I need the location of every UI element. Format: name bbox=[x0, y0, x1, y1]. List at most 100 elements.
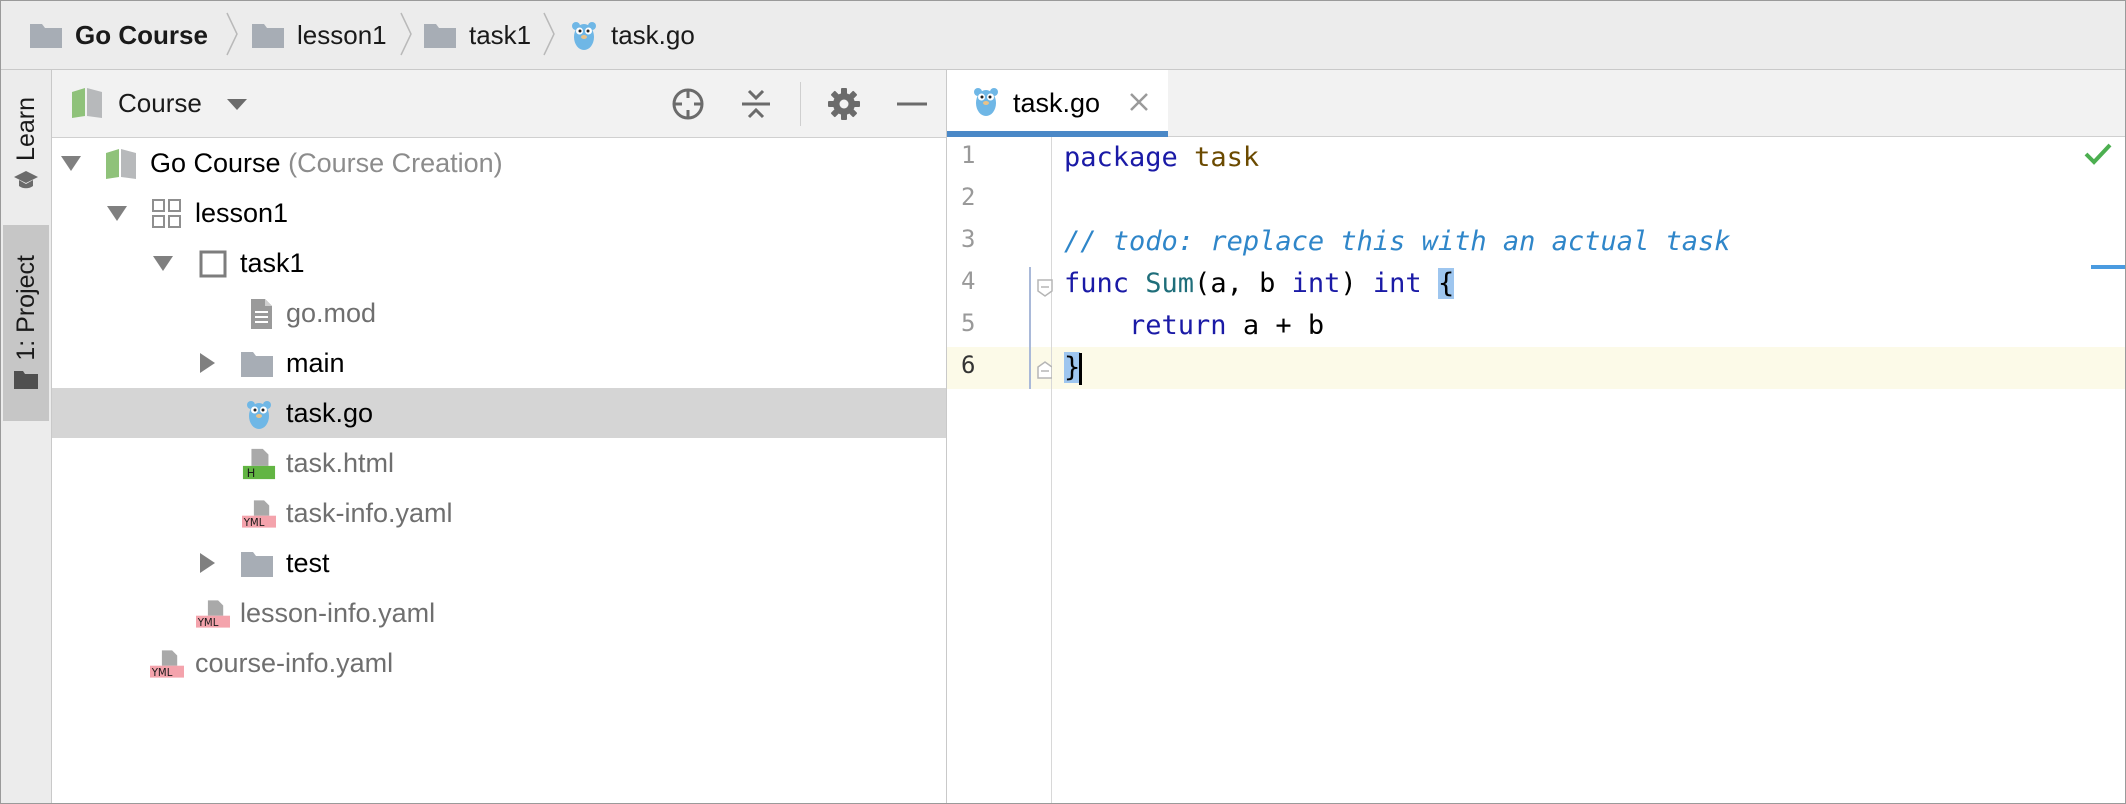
toolbar-separator bbox=[800, 82, 801, 126]
breadcrumb-label: Go Course bbox=[75, 19, 208, 50]
line-number-gutter: 1 2 3 4 5 6 bbox=[947, 137, 1053, 803]
fold-marker-icon[interactable] bbox=[1037, 361, 1053, 379]
tree-item-label: task1 bbox=[240, 248, 305, 278]
close-icon[interactable] bbox=[1127, 90, 1151, 114]
expand-arrow-icon[interactable] bbox=[60, 152, 82, 174]
breadcrumb-item-task-go[interactable]: task.go bbox=[569, 15, 695, 55]
tree-item-lesson1[interactable]: lesson1 bbox=[52, 188, 946, 238]
html-file-icon: H bbox=[242, 448, 276, 480]
ide-window: Go Course lesson1 task1 task.go Learn 1:… bbox=[0, 0, 2126, 804]
yaml-file-icon: YML bbox=[150, 650, 184, 679]
yaml-file-icon: YML bbox=[196, 600, 230, 629]
fold-range-line bbox=[1029, 267, 1031, 389]
code-area[interactable]: package task // todo: replace this with … bbox=[1052, 137, 2125, 803]
project-view-selector[interactable]: Course bbox=[118, 88, 202, 119]
text-caret bbox=[1079, 352, 1083, 385]
code-editor: task.go 1 2 3 4 5 6 package task // todo… bbox=[947, 70, 2125, 803]
editor-tab-bar: task.go bbox=[947, 70, 2125, 137]
code-line-6: } bbox=[1052, 347, 2125, 389]
folder-icon bbox=[424, 24, 456, 48]
tree-item-label: task-info.yaml bbox=[286, 498, 453, 528]
tree-item-label: lesson-info.yaml bbox=[240, 598, 436, 628]
hide-panel-button[interactable] bbox=[892, 84, 932, 124]
expand-arrow-icon[interactable] bbox=[106, 202, 128, 224]
folder-icon bbox=[30, 24, 62, 48]
minimize-icon bbox=[897, 102, 927, 106]
tree-item-main[interactable]: main bbox=[52, 338, 946, 388]
tool-window-stripe: Learn 1: Project bbox=[1, 70, 52, 803]
tree-item-label: lesson1 bbox=[195, 198, 289, 228]
task-icon bbox=[199, 250, 227, 278]
tree-item-hint: (Course Creation) bbox=[288, 148, 503, 178]
project-tool-tab[interactable]: 1: Project bbox=[3, 225, 49, 421]
tree-item-go-mod[interactable]: go.mod bbox=[52, 288, 946, 338]
fold-marker-icon[interactable] bbox=[1037, 279, 1053, 297]
project-panel-toolbar: Course bbox=[52, 70, 946, 138]
learn-tool-tab[interactable]: Learn bbox=[3, 84, 49, 204]
tree-item-test[interactable]: test bbox=[52, 538, 946, 588]
inspection-ok-checkmark-icon[interactable] bbox=[2083, 142, 2113, 166]
collapse-all-button[interactable] bbox=[736, 84, 776, 124]
text-file-icon bbox=[251, 299, 272, 329]
scrollbar-marker[interactable] bbox=[2091, 265, 2125, 269]
tree-item-go-course[interactable]: Go Course (Course Creation) bbox=[52, 138, 946, 188]
project-tab-label: 1: Project bbox=[11, 255, 40, 361]
folder-icon bbox=[241, 352, 273, 377]
code-line-5: return a + b bbox=[1129, 310, 1325, 341]
chevron-down-icon[interactable] bbox=[226, 98, 248, 112]
tree-item-label: main bbox=[286, 348, 345, 378]
breadcrumb-label: lesson1 bbox=[297, 19, 387, 50]
gear-icon bbox=[828, 88, 860, 120]
tree-item-label: course-info.yaml bbox=[195, 648, 394, 678]
breadcrumb-item-lesson1[interactable]: lesson1 bbox=[251, 15, 387, 55]
course-icon bbox=[106, 149, 136, 179]
folder-icon bbox=[252, 24, 284, 48]
gopher-file-icon bbox=[572, 22, 596, 50]
tree-item-task1[interactable]: task1 bbox=[52, 238, 946, 288]
breadcrumb-label: task1 bbox=[469, 19, 532, 50]
locate-file-button[interactable] bbox=[668, 84, 708, 124]
gopher-file-icon bbox=[247, 401, 271, 429]
tree-item-label: go.mod bbox=[286, 298, 377, 328]
tree-item-label: test bbox=[286, 548, 330, 578]
tree-item-label: Go Course (Course Creation) bbox=[150, 148, 503, 178]
line-number: 1 bbox=[961, 141, 976, 169]
course-icon bbox=[72, 88, 102, 118]
line-number: 5 bbox=[961, 309, 976, 337]
collapsed-arrow-icon[interactable] bbox=[196, 352, 218, 374]
code-line-1: package task bbox=[1064, 142, 1260, 173]
folder-icon bbox=[14, 370, 38, 389]
tree-item-task-info-yaml[interactable]: YML task-info.yaml bbox=[52, 488, 946, 538]
matching-brace: } bbox=[1064, 352, 1081, 383]
svg-text:YML: YML bbox=[197, 618, 219, 629]
tree-item-task-html[interactable]: H task.html bbox=[52, 438, 946, 488]
project-panel: Course Go Course (Course Creation) lesso… bbox=[52, 70, 947, 803]
expand-arrow-icon[interactable] bbox=[152, 252, 174, 274]
tree-item-label: task.go bbox=[286, 398, 374, 428]
breadcrumb-item-go-course[interactable]: Go Course bbox=[29, 15, 208, 55]
crosshair-icon bbox=[672, 88, 704, 120]
chevron-right-icon bbox=[400, 12, 412, 56]
line-number: 6 bbox=[961, 351, 976, 379]
code-line-4: func Sum(a, b int) int { bbox=[1064, 268, 1455, 299]
matching-brace: { bbox=[1437, 268, 1455, 299]
collapse-all-icon bbox=[742, 89, 770, 119]
chevron-right-icon bbox=[226, 12, 238, 56]
code-line-3: // todo: replace this with an actual tas… bbox=[1064, 226, 1731, 257]
tree-item-course-info-yaml[interactable]: YML course-info.yaml bbox=[52, 638, 946, 688]
folder-icon bbox=[241, 552, 273, 577]
breadcrumb-item-task1[interactable]: task1 bbox=[423, 15, 531, 55]
learn-tab-label: Learn bbox=[11, 97, 40, 161]
tree-item-lesson-info-yaml[interactable]: YML lesson-info.yaml bbox=[52, 588, 946, 638]
yaml-file-icon: YML bbox=[242, 500, 276, 529]
tree-item-task-go[interactable]: task.go bbox=[52, 388, 946, 438]
line-number: 2 bbox=[961, 183, 976, 211]
breadcrumb-label: task.go bbox=[611, 19, 695, 50]
editor-tab-task-go[interactable]: task.go bbox=[947, 70, 1168, 137]
lesson-icon bbox=[152, 199, 181, 228]
settings-button[interactable] bbox=[824, 84, 864, 124]
collapsed-arrow-icon[interactable] bbox=[196, 552, 218, 574]
svg-text:YML: YML bbox=[243, 518, 265, 529]
gopher-file-icon bbox=[974, 88, 998, 116]
